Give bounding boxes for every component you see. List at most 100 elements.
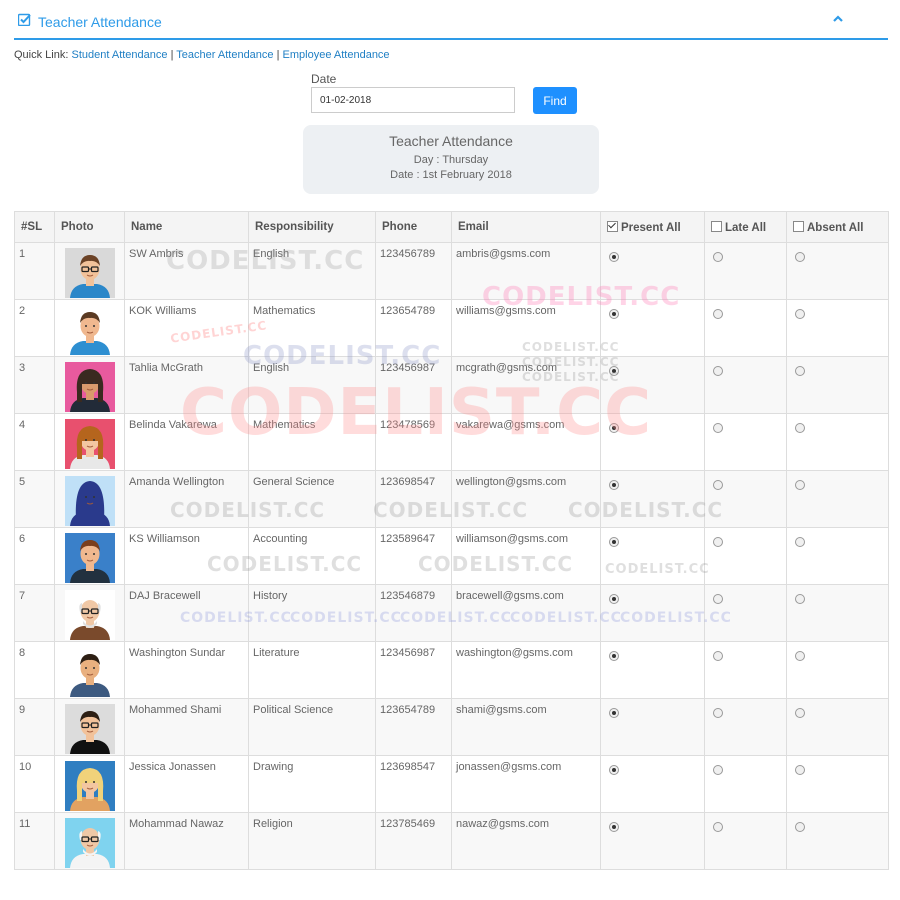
table-header-row: #SL Photo Name Responsibility Phone Emai… [14,211,889,243]
col-email: Email [451,211,601,243]
absent-radio[interactable] [795,423,805,433]
present-radio[interactable] [609,480,619,490]
sl-cell: 9 [14,698,55,756]
absent-radio[interactable] [795,708,805,718]
present-cell [600,356,705,414]
late-radio[interactable] [713,309,723,319]
present-radio[interactable] [609,252,619,262]
sl-cell: 5 [14,470,55,528]
email-cell: shami@gsms.com [451,698,601,756]
chevron-up-icon[interactable] [832,14,844,24]
late-cell [704,470,787,528]
table-row: 8 Washington Sundar Literature 123456987 wa… [14,641,889,699]
late-radio[interactable] [713,366,723,376]
table-row: 6 KS Williamson Accounting 123589647 willia… [14,527,889,585]
late-all-checkbox[interactable] [711,220,722,232]
responsibility-cell: English [248,356,376,414]
present-all-checkbox[interactable] [607,220,618,232]
name-cell: Mohammad Nawaz [124,812,249,870]
phone-cell: 123456987 [375,641,452,699]
late-radio[interactable] [713,822,723,832]
absent-radio[interactable] [795,480,805,490]
late-radio[interactable] [713,708,723,718]
late-radio[interactable] [713,651,723,661]
avatar [64,248,115,298]
present-radio[interactable] [609,651,619,661]
present-cell [600,641,705,699]
absent-cell [786,755,889,813]
table-row: 3 Tahlia McGrath English 123456987 mcgrath@… [14,356,889,414]
sl-cell: 3 [14,356,55,414]
late-radio[interactable] [713,480,723,490]
late-cell [704,812,787,870]
present-radio[interactable] [609,708,619,718]
absent-radio[interactable] [795,537,805,547]
table-row: 9 Mohammed Shami Political Science 1236547… [14,698,889,756]
absent-radio[interactable] [795,594,805,604]
absent-cell [786,584,889,642]
absent-all-checkbox[interactable] [793,220,804,232]
present-radio[interactable] [609,594,619,604]
present-radio[interactable] [609,366,619,376]
late-radio[interactable] [713,423,723,433]
late-radio[interactable] [713,252,723,262]
date-input[interactable] [311,87,515,113]
table-row: 2 KOK Williams Mathematics 123654789 willia… [14,299,889,357]
email-cell: bracewell@gsms.com [451,584,601,642]
late-cell [704,527,787,585]
present-cell [600,755,705,813]
name-cell: SW Ambris [124,242,249,300]
phone-cell: 123478569 [375,413,452,471]
late-cell [704,242,787,300]
employee-attendance-link[interactable]: Employee Attendance [283,49,390,61]
late-radio[interactable] [713,765,723,775]
checkbox-icon [18,13,31,26]
photo-cell [54,242,125,300]
sl-cell: 4 [14,413,55,471]
table-row: 7 DAJ Bracewell History 123546879 bracewell… [14,584,889,642]
responsibility-cell: History [248,584,376,642]
avatar [64,419,115,469]
email-cell: jonassen@gsms.com [451,755,601,813]
late-radio[interactable] [713,594,723,604]
col-phone: Phone [375,211,452,243]
responsibility-cell: Literature [248,641,376,699]
email-cell: vakarewa@gsms.com [451,413,601,471]
late-radio[interactable] [713,537,723,547]
late-cell [704,356,787,414]
photo-cell [54,698,125,756]
photo-cell [54,413,125,471]
col-present-all[interactable]: Present All [600,211,705,243]
present-radio[interactable] [609,423,619,433]
table-row: 1 SW Ambris English 123456789 ambris@gsms.c… [14,242,889,300]
absent-radio[interactable] [795,366,805,376]
absent-cell [786,812,889,870]
present-all-label: Present All [621,221,681,234]
photo-cell [54,299,125,357]
find-button[interactable]: Find [533,87,577,114]
absent-radio[interactable] [795,252,805,262]
sl-cell: 2 [14,299,55,357]
late-cell [704,698,787,756]
col-absent-all[interactable]: Absent All [786,211,889,243]
absent-cell [786,356,889,414]
name-cell: Belinda Vakarewa [124,413,249,471]
col-late-all[interactable]: Late All [704,211,787,243]
responsibility-cell: English [248,242,376,300]
absent-radio[interactable] [795,651,805,661]
present-radio[interactable] [609,309,619,319]
photo-cell [54,641,125,699]
sl-cell: 6 [14,527,55,585]
student-attendance-link[interactable]: Student Attendance [71,49,167,61]
absent-radio[interactable] [795,822,805,832]
absent-cell [786,242,889,300]
present-radio[interactable] [609,822,619,832]
info-title: Teacher Attendance [389,133,513,149]
present-radio[interactable] [609,765,619,775]
present-radio[interactable] [609,537,619,547]
absent-cell [786,299,889,357]
absent-radio[interactable] [795,309,805,319]
responsibility-cell: Mathematics [248,299,376,357]
absent-radio[interactable] [795,765,805,775]
teacher-attendance-link[interactable]: Teacher Attendance [176,49,273,61]
